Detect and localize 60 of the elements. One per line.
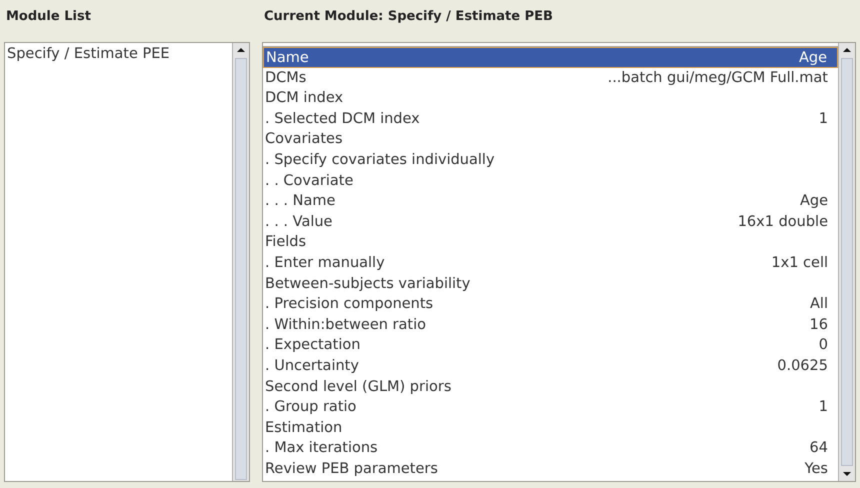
row-label: . . . Value [265,212,332,232]
row-label: . Selected DCM index [265,110,420,129]
module-row[interactable]: Covariates [263,129,838,150]
row-value: 64 [810,439,828,458]
module-row[interactable]: . Selected DCM index 1 [263,108,838,130]
row-value: Yes [804,460,828,479]
row-label: Fields [265,233,306,252]
row-label: . Uncertainty [265,356,359,376]
module-row[interactable]: . Within:between ratio 16 [263,314,838,336]
module-row[interactable]: . Precision components All [263,294,838,315]
row-label: Estimation [265,418,342,438]
row-value: All [810,295,828,314]
row-label: Review PEB parameters [265,460,438,479]
row-label: . Enter manually [265,254,385,273]
module-row[interactable]: . . Covariate [263,170,838,192]
module-row[interactable]: Fields [263,232,838,253]
module-row[interactable]: . Group ratio 1 [263,397,838,418]
module-row[interactable]: . Specify covariates individually [263,150,838,171]
row-value: ...batch gui/meg/GCM Full.mat [608,68,828,88]
module-row[interactable]: Review PEB parameters Yes [263,458,838,480]
row-label: DCMs [265,68,306,88]
row-value: 1x1 cell [771,254,828,273]
module-row[interactable]: . Uncertainty 0.0625 [263,356,838,376]
row-label: . Expectation [265,336,360,356]
row-label: . . . Name [265,192,336,212]
row-label: . Group ratio [265,398,356,418]
row-label: Name [266,49,309,67]
row-value: 16x1 double [738,212,828,232]
module-row[interactable]: Between-subjects variability [263,274,838,294]
module-row[interactable]: Estimation [263,418,838,438]
module-row[interactable]: . . . Name Age [263,191,838,212]
row-label: Between-subjects variability [265,274,470,294]
row-label: . Within:between ratio [265,316,426,335]
row-value: 0.0625 [777,356,828,376]
row-label: . Specify covariates individually [265,150,495,170]
module-row[interactable]: . . . Value 16x1 double [263,212,838,232]
row-value: Age [798,49,827,67]
row-label: . Precision components [265,295,434,314]
row-label: DCM index [265,89,344,108]
scrollbar[interactable] [232,43,249,481]
module-row[interactable]: Name Age [263,47,838,68]
row-value: 0 [818,336,828,356]
scrollbar[interactable] [838,43,855,481]
row-label: . . Covariate [265,172,354,191]
module-row[interactable]: . Max iterations 64 [263,438,838,459]
row-value: 16 [810,316,828,335]
module-row[interactable]: . Enter manually 1x1 cell [263,252,838,274]
panel-title: Module List [5,8,92,26]
row-label: . Max iterations [265,439,378,458]
row-value: Age [800,192,828,212]
panel-title: Current Module: Specify / Estimate PEB [263,8,554,26]
module-row[interactable]: . Expectation 0 [263,335,838,356]
row-value: 1 [818,110,828,129]
module-row[interactable]: DCM index [263,88,838,109]
module-item[interactable]: Specify / Estimate PEE [5,43,232,65]
module-row[interactable]: Second level (GLM) priors [263,376,838,398]
module-row[interactable]: DCMs ...batch gui/meg/GCM Full.mat [263,68,838,88]
row-value: 1 [818,398,828,418]
row-label: Covariates [265,130,342,150]
row-label: Second level (GLM) priors [265,378,452,396]
